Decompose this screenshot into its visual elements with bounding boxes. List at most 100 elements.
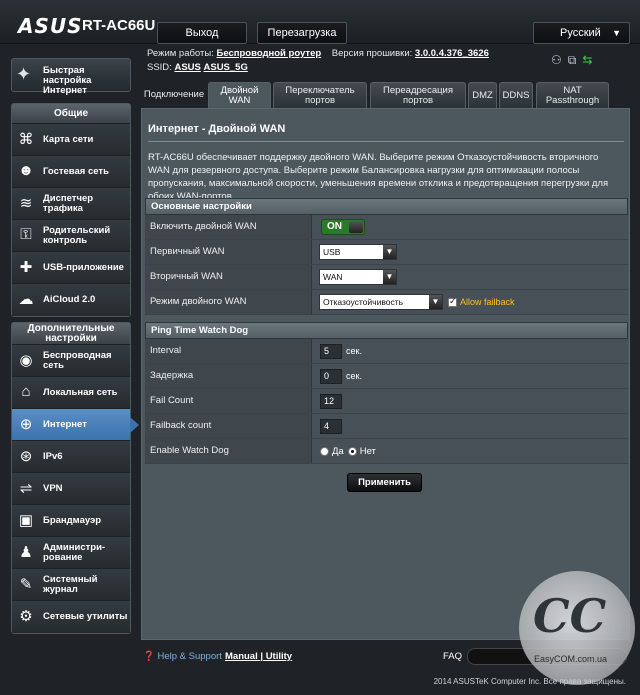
sidebar-item-usb-app[interactable]: ✚ USB-приложение [12, 252, 130, 284]
sidebar-item-firewall[interactable]: ▣ Брандмауэр [12, 505, 130, 537]
content-panel: Интернет - Двойной WAN RT-AC66U обеспечи… [141, 108, 630, 640]
fail-count-row: Fail Count 12 [145, 389, 628, 414]
failback-count-label: Failback count [145, 414, 312, 438]
enable-watchdog-label: Enable Watch Dog [145, 439, 312, 463]
sidebar-item-guest-network[interactable]: ☻ Гостевая сеть [12, 156, 130, 188]
system-log-icon: ✎ [19, 576, 33, 593]
reboot-button[interactable]: Перезагрузка [257, 22, 347, 44]
fail-count-label: Fail Count [145, 389, 312, 413]
sidebar-item-network-map[interactable]: ⌘ Карта сети [12, 124, 130, 156]
page-title: Интернет - Двойной WAN [148, 123, 286, 135]
sidebar-item-administration[interactable]: ♟ Администри-рование [12, 537, 130, 569]
advanced-group: Дополнительные настройки ◉ Беспроводная … [11, 322, 139, 634]
watchdog-yes-label: Да [332, 445, 344, 457]
failback-count-row: Failback count 4 [145, 414, 628, 439]
chevron-down-icon: ▼ [612, 28, 621, 38]
sidebar-item-lan[interactable]: ⌂ Локальная сеть [12, 377, 130, 409]
enable-watchdog-row: Enable Watch Dog Да Нет [145, 439, 628, 464]
fail-count-input[interactable]: 12 [320, 393, 342, 409]
sidebar-item-label: VPN [43, 483, 63, 494]
faq-label: FAQ [443, 651, 463, 662]
advanced-title: Дополнительные настройки [12, 323, 130, 345]
interval-label: Interval [145, 339, 312, 363]
tab-connection[interactable]: Подключение [141, 82, 207, 108]
sidebar-item-parental-control[interactable]: ⚿ Родительский контроль [12, 220, 130, 252]
tab-dual-wan[interactable]: Двойной WAN [208, 82, 271, 109]
status-icons: ⚇⧉⇆ [551, 53, 598, 68]
tab-ddns[interactable]: DDNS [499, 82, 533, 108]
manual-link[interactable]: Manual [225, 651, 258, 662]
language-select[interactable]: Русский ▼ [533, 22, 630, 44]
footer-separator: | [260, 651, 264, 662]
secondary-wan-select[interactable]: WAN ▼ [319, 269, 397, 285]
interval-input[interactable]: 5 [320, 343, 342, 359]
manual-utility: Manual | Utility [225, 651, 292, 662]
interval-row: Interval 5 сек. [145, 339, 628, 364]
toggle-knob [349, 221, 363, 233]
failback-count-input[interactable]: 4 [320, 418, 342, 434]
quick-setup-button[interactable]: ✦ Быстрая настройка Интернет [11, 58, 131, 96]
sidebar-item-label: Администри-рование [43, 542, 106, 563]
watermark-logo: CC EasyCOM.com.ua [519, 571, 635, 685]
users-icon[interactable]: ⚇ [551, 53, 568, 67]
sidebar-item-network-tools[interactable]: ⚙ Сетевые утилиты [12, 601, 130, 633]
secondary-wan-value: WAN [323, 272, 343, 282]
watchdog-yes-radio[interactable] [320, 446, 329, 456]
internet-icon: ⊕ [19, 416, 33, 433]
sidebar-item-label: IPv6 [43, 451, 63, 462]
enable-dual-wan-row: Включить двойной WAN ON [145, 215, 628, 240]
sidebar-item-vpn[interactable]: ⇌ VPN [12, 473, 130, 505]
dual-wan-mode-value: Отказоустойчивость [323, 297, 404, 307]
admin-icon: ♟ [19, 544, 33, 561]
watchdog-no-label: Нет [359, 445, 376, 457]
sidebar-item-label: Беспроводная сеть [43, 350, 112, 371]
ssid-link-2[interactable]: ASUS_5G [204, 62, 248, 73]
tab-dmz[interactable]: DMZ [468, 82, 497, 108]
dual-wan-mode-label: Режим двойного WAN [145, 290, 312, 314]
tab-port-forwarding[interactable]: Переадресация портов [370, 82, 466, 108]
top-bar: ASUS RT-AC66U Выход Перезагрузка Русский… [0, 0, 640, 44]
logout-button[interactable]: Выход [157, 22, 247, 44]
sidebar-item-label: Локальная сеть [43, 387, 118, 398]
page-description: RT-AC66U обеспечивает поддержку двойного… [148, 152, 609, 202]
sidebar-item-traffic-manager[interactable]: ≋ Диспетчер трафика [12, 188, 130, 220]
utility-link[interactable]: Utility [266, 651, 292, 662]
mode-label: Режим работы: [147, 48, 214, 59]
watchdog-no-radio[interactable] [347, 446, 357, 456]
watchdog-section: Ping Time Watch Dog Interval 5 сек. Заде… [145, 322, 628, 464]
primary-wan-label: Первичный WAN [145, 240, 312, 264]
primary-wan-row: Первичный WAN USB ▼ [145, 240, 628, 265]
sidebar-item-internet[interactable]: ⊕ Интернет [12, 409, 139, 441]
traffic-manager-icon: ≋ [19, 195, 33, 212]
sidebar-item-wireless[interactable]: ◉ Беспроводная сеть [12, 345, 130, 377]
language-value: Русский [560, 27, 601, 39]
tab-port-switch[interactable]: Переключатель портов [273, 82, 367, 108]
sidebar-item-label: Интернет [43, 419, 87, 430]
tab-nat-passthrough[interactable]: NAT Passthrough [536, 82, 609, 108]
allow-failback-checkbox[interactable] [448, 296, 457, 307]
sidebar-item-aicloud[interactable]: ☁ AiCloud 2.0 [12, 284, 130, 316]
mode-link[interactable]: Беспроводной роутер [216, 48, 321, 59]
vpn-icon: ⇌ [19, 480, 33, 497]
wand-icon: ✦ [16, 64, 32, 84]
copy-icon[interactable]: ⧉ [568, 53, 583, 67]
chevron-down-icon: ▼ [383, 245, 396, 259]
apply-button[interactable]: Применить [347, 473, 422, 492]
ssid-link-1[interactable]: ASUS [174, 62, 200, 73]
firmware-link[interactable]: 3.0.0.4.376_3626 [415, 48, 489, 59]
dual-wan-toggle[interactable]: ON [321, 219, 365, 235]
enable-dual-wan-label: Включить двойной WAN [145, 215, 312, 239]
delay-input[interactable]: 0 [320, 368, 342, 384]
dual-wan-mode-select[interactable]: Отказоустойчивость ▼ [319, 294, 443, 310]
watermark-emblem: CC [533, 589, 607, 643]
copyright: 2014 ASUSTeK Computer Inc. Все права защ… [433, 677, 626, 686]
delay-unit: сек. [346, 371, 362, 381]
basic-settings-section: Основные настройки Включить двойной WAN … [145, 198, 628, 315]
ssid-label: SSID: [147, 62, 172, 73]
usb-icon[interactable]: ⇆ [582, 53, 598, 67]
help-support-link[interactable]: ❓ Help & Support [143, 651, 222, 662]
primary-wan-select[interactable]: USB ▼ [319, 244, 397, 260]
sidebar-item-ipv6[interactable]: ⊛ IPv6 [12, 441, 130, 473]
sidebar-item-label: Гостевая сеть [43, 166, 109, 177]
sidebar-item-system-log[interactable]: ✎ Системный журнал [12, 569, 130, 601]
